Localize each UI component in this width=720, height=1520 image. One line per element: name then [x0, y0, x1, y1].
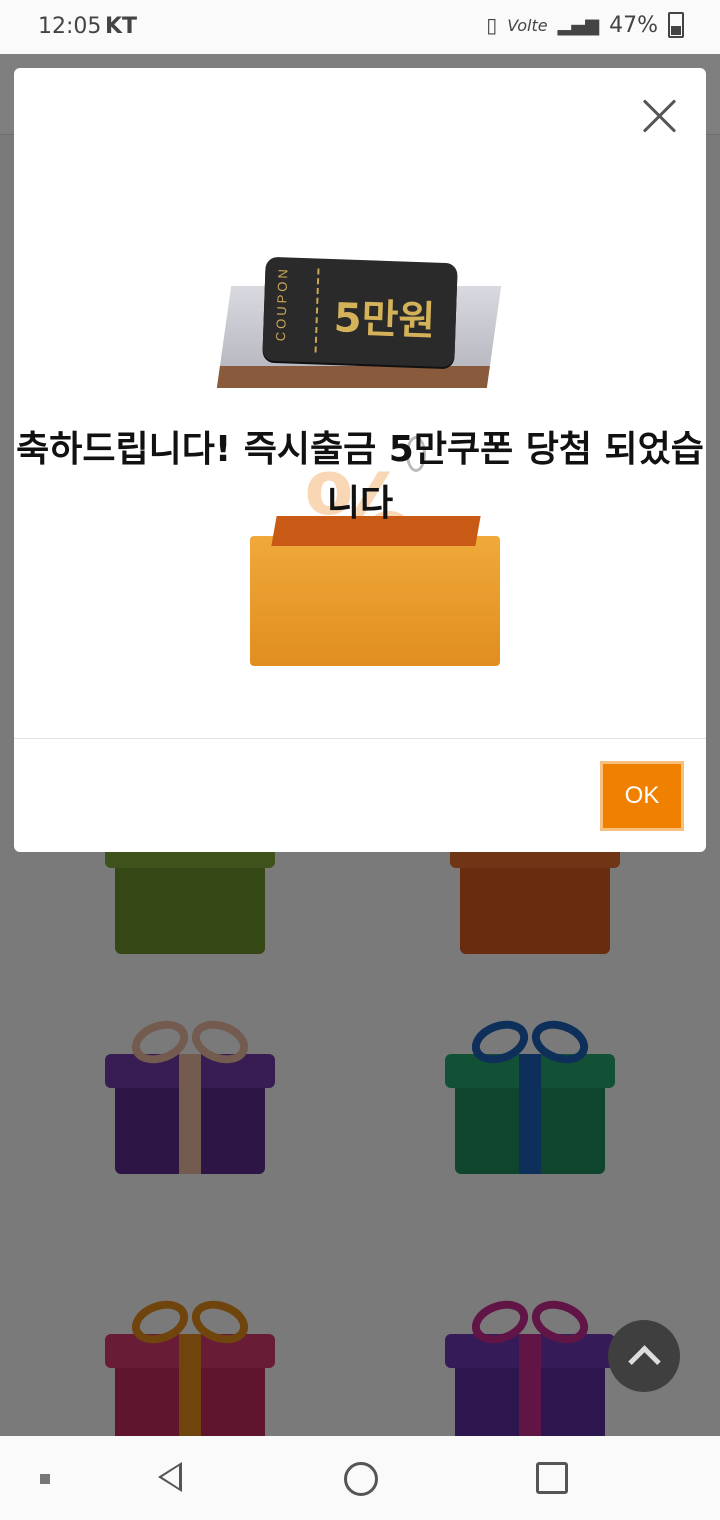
close-icon[interactable]	[642, 98, 678, 134]
volte-indicator: Volte	[507, 15, 548, 35]
back-icon[interactable]	[158, 1462, 182, 1492]
status-bar: 12:05 KT ▯ Volte ▂▄▆ 47%	[0, 0, 720, 54]
scroll-top-button[interactable]	[608, 1320, 680, 1392]
status-icons: ▯ Volte ▂▄▆ 47%	[486, 12, 684, 38]
system-nav-bar	[0, 1436, 720, 1520]
battery-percent: 47%	[609, 12, 658, 38]
coupon-label: COUPON	[272, 265, 291, 342]
nav-indicator-icon	[40, 1474, 50, 1484]
coupon-amount: 5만원	[332, 295, 436, 345]
status-time: 12:05	[38, 14, 102, 39]
recent-apps-icon[interactable]	[536, 1462, 568, 1494]
prize-message: 축하드립니다! 즉시출금 5만쿠폰 당첨 되었습니다	[16, 429, 704, 524]
vibrate-icon: ▯	[486, 13, 498, 37]
battery-icon	[668, 12, 684, 38]
coupon-ticket: COUPON 5만원	[262, 256, 458, 368]
dialog-divider	[14, 738, 706, 739]
signal-icon: ▂▄▆	[557, 14, 600, 36]
prize-dialog: COUPON 5만원 % 축하드립니다! 즉시출금 5만쿠폰 당첨 되었습니다 …	[14, 68, 706, 852]
ok-button[interactable]: OK	[600, 761, 684, 831]
status-carrier: KT	[105, 14, 138, 39]
open-gift-box	[250, 516, 500, 666]
home-icon[interactable]	[344, 1462, 378, 1496]
